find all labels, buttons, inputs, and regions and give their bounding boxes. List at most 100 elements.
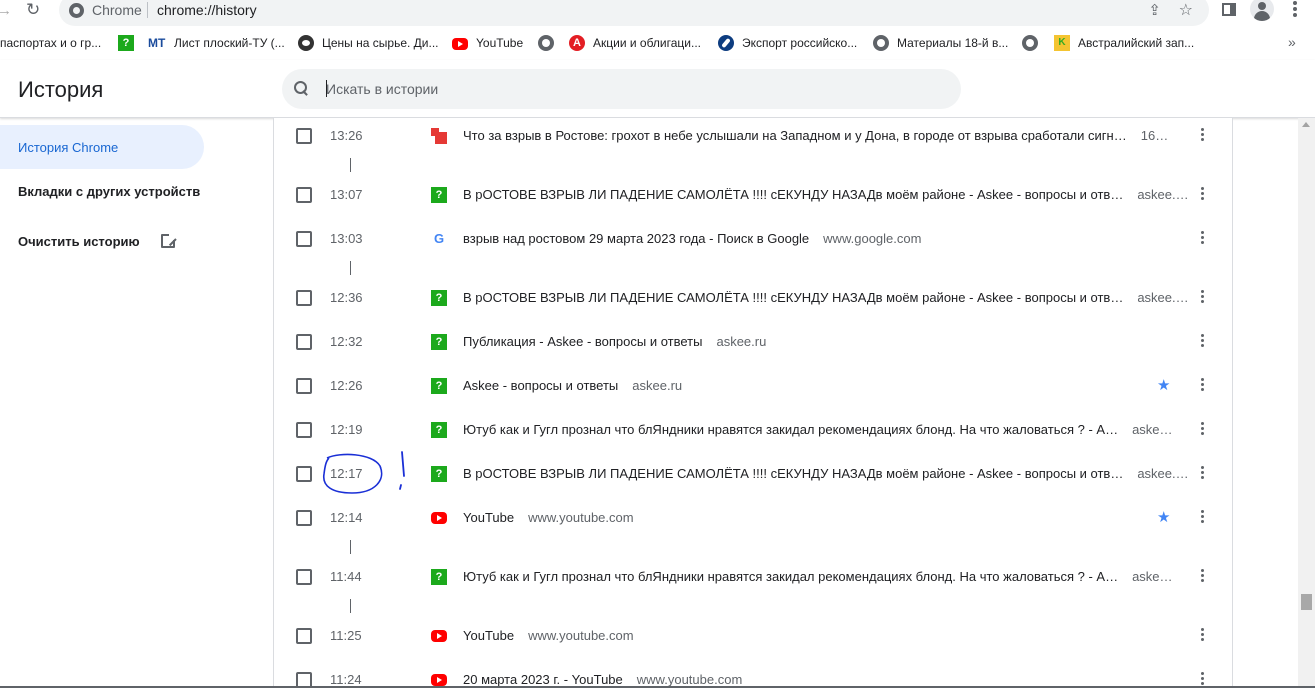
visit-title-link[interactable]: Публикация - Askee - вопросы и ответы ask… (463, 334, 766, 349)
visit-title-link[interactable]: Ютуб как и Гугл прознал что блЯндники нр… (463, 422, 1173, 437)
side-panel-icon[interactable] (1222, 3, 1236, 16)
browser-toolbar: → ↻ Chrome chrome://history ⇪ ☆ (0, 0, 1315, 26)
row-checkbox[interactable] (296, 422, 312, 438)
history-row[interactable]: 12:32? Публикация - Askee - вопросы и отв… (274, 324, 1232, 360)
row-checkbox[interactable] (296, 378, 312, 394)
bookmarked-star-icon[interactable]: ★ (1157, 508, 1170, 526)
row-menu-icon[interactable] (1201, 466, 1205, 482)
row-checkbox[interactable] (296, 334, 312, 350)
bookmark-item[interactable]: K Австралийский зап... (1054, 31, 1194, 55)
visit-title-link[interactable]: YouTube www.youtube.com (463, 510, 634, 525)
row-menu-icon[interactable] (1201, 422, 1205, 438)
bookmark-star-icon[interactable]: ☆ (1179, 0, 1193, 20)
scroll-thumb[interactable] (1301, 594, 1312, 610)
scroll-up-arrow-icon[interactable] (1302, 122, 1310, 127)
history-row[interactable]: 12:14 YouTube www.youtube.com ★ (274, 500, 1232, 536)
visit-title-link[interactable]: Askee - вопросы и ответы askee.ru (463, 378, 682, 393)
visit-time: 12:14 (330, 510, 363, 525)
bookmark-item[interactable] (538, 31, 562, 55)
visit-title-link[interactable]: В рОСТОВЕ ВЗРЫВ ЛИ ПАДЕНИЕ САМОЛЁТА !!!!… (463, 290, 1189, 305)
visit-domain: askee.… (1137, 187, 1189, 202)
chrome-menu-icon[interactable] (1293, 1, 1297, 19)
history-row[interactable]: 12:36? В рОСТОВЕ ВЗРЫВ ЛИ ПАДЕНИЕ САМОЛЁТ… (274, 280, 1232, 316)
address-bar[interactable]: Chrome chrome://history ⇪ ☆ (59, 0, 1209, 26)
visit-time: 11:44 (330, 569, 362, 584)
more-bookmarks-icon[interactable]: » (1288, 34, 1296, 50)
url-text[interactable]: chrome://history (157, 2, 257, 18)
search-input[interactable] (326, 80, 926, 98)
visit-title-link[interactable]: 20 марта 2023 г. - YouTube www.youtube.co… (463, 672, 742, 687)
row-menu-icon[interactable] (1201, 569, 1205, 585)
scrollbar[interactable] (1298, 118, 1315, 688)
visit-time: 13:07 (330, 187, 363, 202)
red-a-icon: A (569, 35, 585, 51)
row-checkbox[interactable] (296, 510, 312, 526)
bookmark-item[interactable]: Материалы 18-й в... (873, 31, 1008, 55)
history-row[interactable]: 11:25 YouTube www.youtube.com (274, 618, 1232, 654)
row-menu-icon[interactable] (1201, 510, 1205, 526)
bookmark-item[interactable]: YouTube (452, 31, 523, 55)
page-title: История (18, 77, 104, 102)
chrome-icon (69, 3, 84, 18)
open-external-icon (161, 232, 177, 248)
askee-icon: ? (431, 422, 447, 438)
reload-icon[interactable]: ↻ (26, 0, 40, 20)
visit-time: 13:26 (330, 128, 363, 143)
bookmarked-star-icon[interactable]: ★ (1157, 376, 1170, 394)
history-row[interactable]: 13:03 Gвзрыв над ростовом 29 марта 2023 г… (274, 221, 1232, 257)
bookmark-item[interactable]: Экспорт российско... (718, 31, 857, 55)
youtube-icon (431, 674, 447, 686)
visit-title-link[interactable]: YouTube www.youtube.com (463, 628, 634, 643)
visit-domain: askee.… (1137, 290, 1189, 305)
sidebar-item-chrome-history[interactable]: История Chrome (0, 125, 204, 169)
history-row[interactable]: 11:44? Ютуб как и Гугл прознал что блЯндн… (274, 559, 1232, 595)
bookmark-item[interactable]: паспортах и о гр... (0, 31, 101, 55)
history-row[interactable]: 12:19? Ютуб как и Гугл прознал что блЯндн… (274, 412, 1232, 448)
row-checkbox[interactable] (296, 128, 312, 144)
history-row[interactable]: 12:26? Askee - вопросы и ответы askee.ru ★ (274, 368, 1232, 404)
row-menu-icon[interactable] (1201, 628, 1205, 644)
history-row[interactable]: 12:17? В рОСТОВЕ ВЗРЫВ ЛИ ПАДЕНИЕ САМОЛЁТ… (274, 456, 1232, 492)
profile-avatar-icon[interactable] (1250, 0, 1274, 21)
visit-title: взрыв над ростовом 29 марта 2023 года - … (463, 231, 810, 246)
bookmark-item[interactable]: MT Лист плоский-ТУ (... (148, 31, 285, 55)
search-box[interactable] (282, 69, 961, 109)
visit-time: 12:19 (330, 422, 363, 437)
row-menu-icon[interactable] (1201, 290, 1205, 306)
visit-title-link[interactable]: Ютуб как и Гугл прознал что блЯндники нр… (463, 569, 1173, 584)
visit-title: 20 марта 2023 г. - YouTube (463, 672, 623, 687)
row-checkbox[interactable] (296, 231, 312, 247)
row-checkbox[interactable] (296, 290, 312, 306)
share-icon[interactable]: ⇪ (1148, 1, 1161, 19)
visit-title-link[interactable]: В рОСТОВЕ ВЗРЫВ ЛИ ПАДЕНИЕ САМОЛЁТА !!!!… (463, 466, 1189, 481)
sidebar-item-other-devices[interactable]: Вкладки с других устройств (0, 169, 260, 213)
history-row[interactable]: 11:24 20 марта 2023 г. - YouTube www.youtu… (274, 662, 1232, 698)
sidebar-item-clear-history[interactable]: Очистить историю (0, 219, 260, 263)
visit-title: Ютуб как и Гугл прознал что блЯндники нр… (463, 422, 1119, 437)
visit-domain: aske… (1132, 569, 1173, 584)
row-checkbox[interactable] (296, 466, 312, 482)
row-menu-icon[interactable] (1201, 378, 1205, 394)
globe-icon (873, 35, 889, 51)
bookmark-item[interactable]: ? (118, 31, 142, 55)
rostov-icon (431, 128, 447, 144)
youtube-icon (431, 630, 447, 642)
forward-icon[interactable]: → (0, 2, 12, 19)
history-row[interactable]: 13:26 Что за взрыв в Ростове: грохот в не… (274, 118, 1232, 154)
row-checkbox[interactable] (296, 187, 312, 203)
bookmark-item[interactable] (1022, 31, 1046, 55)
visit-title-link[interactable]: взрыв над ростовом 29 марта 2023 года - … (463, 231, 921, 246)
row-checkbox[interactable] (296, 569, 312, 585)
history-row[interactable]: 13:07? В рОСТОВЕ ВЗРЫВ ЛИ ПАДЕНИЕ САМОЛЁТ… (274, 177, 1232, 213)
row-menu-icon[interactable] (1201, 187, 1205, 203)
visit-title: Что за взрыв в Ростове: грохот в небе ус… (463, 128, 1127, 143)
row-checkbox[interactable] (296, 628, 312, 644)
row-menu-icon[interactable] (1201, 128, 1205, 144)
bookmark-item[interactable]: Цены на сырье. Ди... (298, 31, 439, 55)
row-menu-icon[interactable] (1201, 231, 1205, 247)
bookmark-item[interactable]: A Акции и облигаци... (569, 31, 701, 55)
visit-title-link[interactable]: В рОСТОВЕ ВЗРЫВ ЛИ ПАДЕНИЕ САМОЛЁТА !!!!… (463, 187, 1189, 202)
visit-title-link[interactable]: Что за взрыв в Ростове: грохот в небе ус… (463, 128, 1168, 143)
row-menu-icon[interactable] (1201, 334, 1205, 350)
mt-logo-icon: MT (148, 36, 166, 50)
